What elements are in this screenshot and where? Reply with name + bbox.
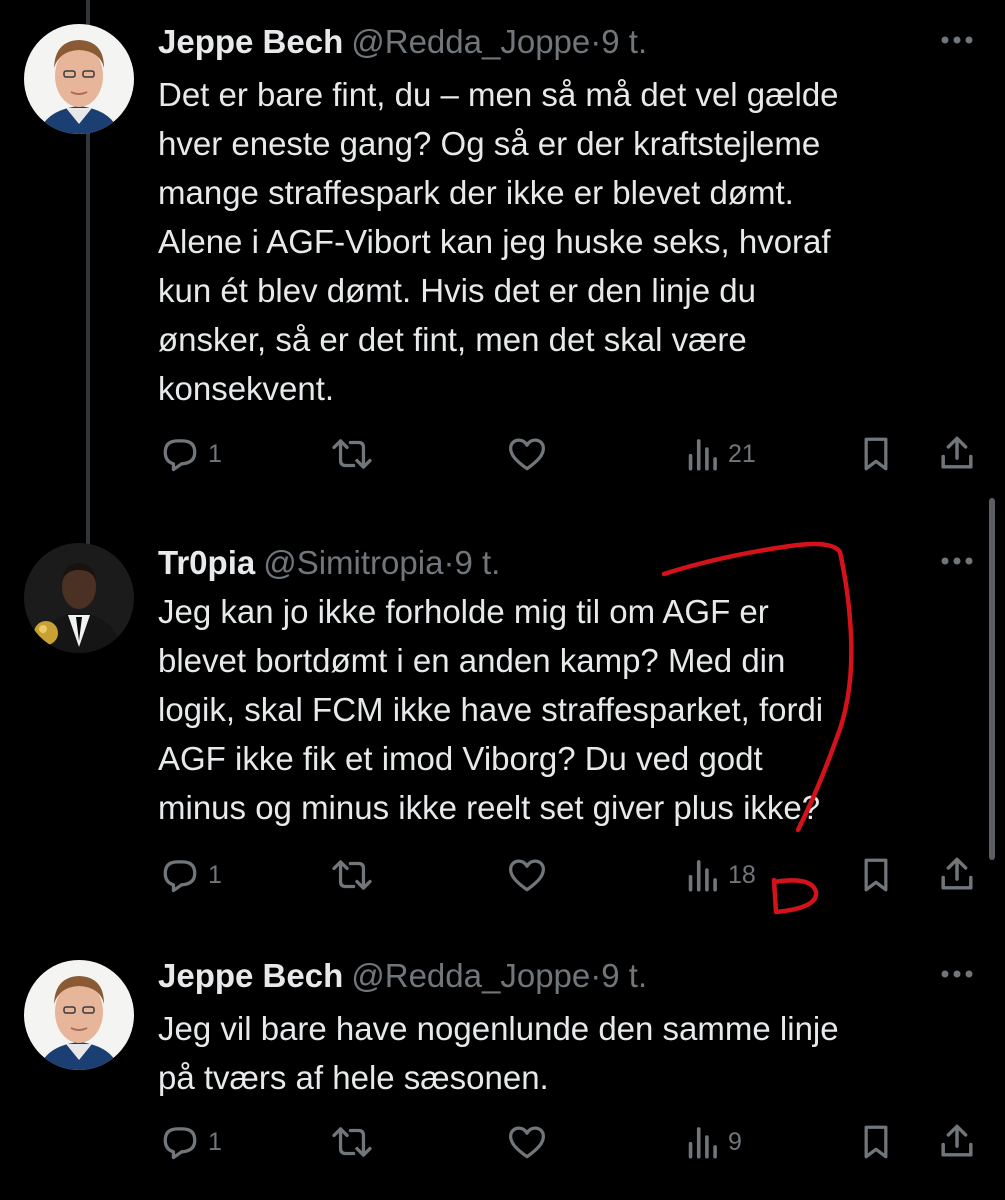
share-button[interactable]: [938, 855, 976, 893]
views-button[interactable]: 18: [684, 857, 756, 893]
like-button[interactable]: [506, 857, 548, 893]
bookmark-icon: [864, 1125, 888, 1159]
share-icon: [941, 857, 973, 890]
retweet-button[interactable]: [330, 857, 374, 893]
tweet-header: Tr0pia @Simitropia·9 t.: [158, 543, 500, 583]
bookmark-icon: [864, 437, 888, 471]
avatar-photo: [24, 24, 134, 134]
like-icon: [509, 859, 545, 892]
user-handle[interactable]: @Redda_Joppe: [351, 957, 590, 994]
retweet-button[interactable]: [330, 436, 374, 472]
avatar[interactable]: [24, 960, 134, 1070]
reply-icon: [163, 1127, 197, 1160]
reply-count: 1: [208, 439, 222, 468]
display-name[interactable]: Jeppe Bech: [158, 957, 343, 994]
tweet-text: Jeg vil bare have nogenlunde den samme l…: [158, 1010, 839, 1096]
view-count: 21: [728, 439, 756, 468]
display-name[interactable]: Jeppe Bech: [158, 23, 343, 60]
reply-button[interactable]: 1: [160, 857, 222, 893]
timestamp[interactable]: 9 t.: [454, 544, 500, 581]
separator-dot: ·: [443, 544, 455, 581]
bookmark-button[interactable]: [858, 1124, 894, 1160]
share-icon: [941, 1124, 973, 1157]
like-button[interactable]: [506, 436, 548, 472]
views-icon: [688, 439, 717, 471]
timestamp[interactable]: 9 t.: [601, 957, 647, 994]
reply-button[interactable]: 1: [160, 436, 222, 472]
tweet-header: Jeppe Bech @Redda_Joppe·9 t.: [158, 22, 647, 62]
tweet-text: Det er bare fint, du – men så må det vel…: [158, 76, 839, 407]
avatar[interactable]: [24, 543, 134, 653]
reply-icon: [163, 860, 197, 893]
retweet-button[interactable]: [330, 1124, 374, 1160]
retweet-icon: [332, 1127, 372, 1157]
more-icon[interactable]: [939, 34, 975, 46]
views-button[interactable]: 21: [684, 436, 756, 472]
like-icon: [509, 1126, 545, 1159]
display-name[interactable]: Tr0pia: [158, 544, 255, 581]
views-icon: [688, 1127, 717, 1159]
like-button[interactable]: [506, 1124, 548, 1160]
user-handle[interactable]: @Redda_Joppe: [351, 23, 590, 60]
more-icon[interactable]: [939, 555, 975, 567]
views-button[interactable]: 9: [684, 1124, 742, 1160]
tweet-header: Jeppe Bech @Redda_Joppe·9 t.: [158, 956, 647, 996]
reply-button[interactable]: 1: [160, 1124, 222, 1160]
tweet-text: Jeg kan jo ikke forholde mig til om AGF …: [158, 593, 824, 826]
timestamp[interactable]: 9 t.: [601, 23, 647, 60]
view-count: 18: [728, 860, 756, 889]
reply-icon: [163, 439, 197, 472]
avatar[interactable]: [24, 24, 134, 134]
retweet-icon: [332, 860, 372, 890]
view-count: 9: [728, 1127, 742, 1156]
bookmark-icon: [864, 858, 888, 892]
scrollbar[interactable]: [989, 498, 995, 860]
reply-count: 1: [208, 860, 222, 889]
share-icon: [941, 436, 973, 469]
share-button[interactable]: [938, 434, 976, 472]
user-handle[interactable]: @Simitropia: [263, 544, 443, 581]
views-icon: [688, 860, 717, 892]
bookmark-button[interactable]: [858, 857, 894, 893]
bookmark-button[interactable]: [858, 436, 894, 472]
avatar-photo: [24, 543, 134, 653]
more-icon[interactable]: [939, 968, 975, 980]
separator-dot: ·: [590, 23, 602, 60]
like-icon: [509, 438, 545, 471]
share-button[interactable]: [938, 1122, 976, 1160]
reply-count: 1: [208, 1127, 222, 1156]
separator-dot: ·: [590, 957, 602, 994]
retweet-icon: [332, 439, 372, 469]
avatar-photo: [24, 960, 134, 1070]
